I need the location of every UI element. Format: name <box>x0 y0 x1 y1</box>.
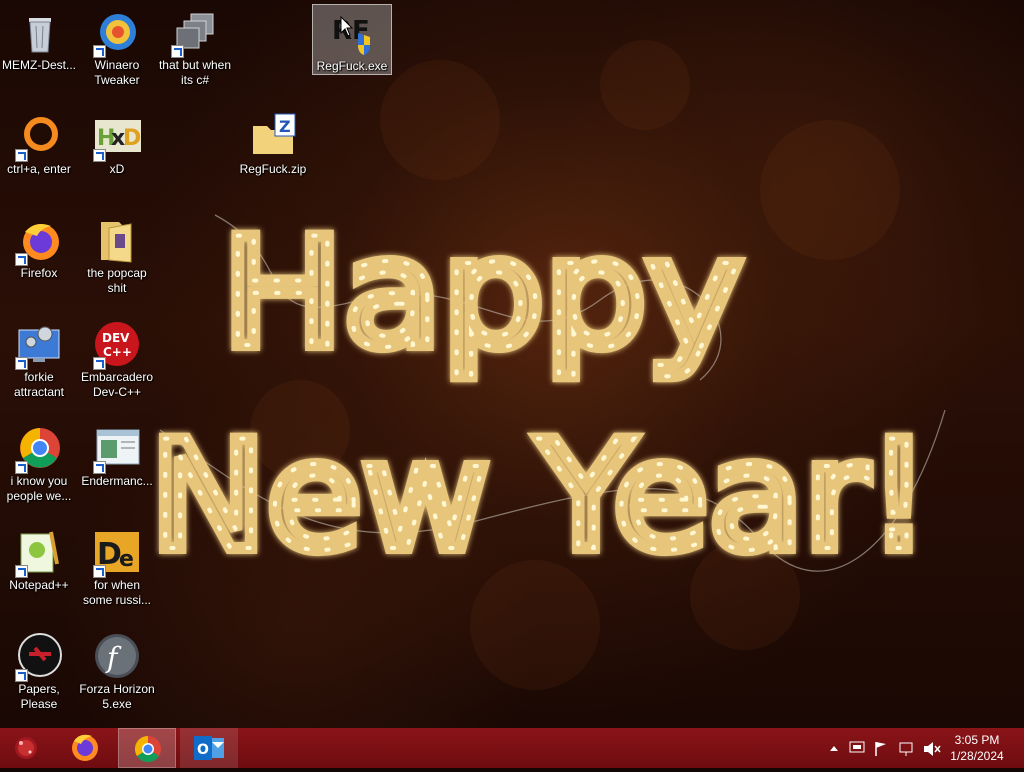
taskbar-clock[interactable]: 3:05 PM 1/28/2024 <box>942 732 1012 764</box>
desktop-icon-regfuck-zip[interactable]: Z RegFuck.zip <box>234 108 312 177</box>
action-center-flag-icon[interactable] <box>875 742 886 756</box>
volume-muted-icon[interactable] <box>924 742 941 756</box>
desktop-icon-the-popcap-shit[interactable]: the popcap shit <box>78 212 156 296</box>
hxd-icon: HxD <box>93 112 141 162</box>
start-button[interactable] <box>0 728 58 768</box>
icon-label: MEMZ-Dest... <box>2 58 76 72</box>
taskbar: O 3:05 PM 1/28/2024 <box>0 728 1024 768</box>
mouse-cursor-icon <box>340 16 354 37</box>
flash-icon: f <box>93 632 141 680</box>
icon-label: RegFuck.zip <box>239 162 307 176</box>
desktop[interactable]: Happy Happy New Year! New Year! MEMZ-Des… <box>0 0 1024 728</box>
svg-text:New Year!: New Year! <box>150 410 930 584</box>
desktop-icon-forkie-attractant[interactable]: forkie attractant <box>0 316 78 400</box>
icon-label: for when some russi... <box>82 578 151 607</box>
icon-label: Embarcadero Dev-C++ <box>80 370 154 399</box>
shortcut-arrow-icon <box>15 253 28 266</box>
svg-text:e: e <box>119 547 134 572</box>
icon-label: that but when its c# <box>158 58 232 87</box>
windows-stack-icon <box>171 8 219 58</box>
desktop-icon-xd[interactable]: HxD xD <box>78 108 156 177</box>
desktop-icon-papers-please[interactable]: Papers, Please <box>0 628 78 712</box>
firefox-icon <box>15 216 63 266</box>
icon-label: Winaero Tweaker <box>94 58 140 87</box>
taskbar-chrome[interactable] <box>118 728 176 768</box>
svg-text:Z: Z <box>279 117 291 136</box>
desktop-icon-firefox[interactable]: Firefox <box>0 212 78 281</box>
desktop-icon-notepadpp[interactable]: Notepad++ <box>0 524 78 593</box>
icon-label: Endermanc... <box>81 474 153 488</box>
desktop-icon-embarcadero-devcpp[interactable]: DEV C++ Embarcadero Dev-C++ <box>78 316 156 400</box>
svg-text:C++: C++ <box>103 345 132 359</box>
settings-monitor-icon <box>15 320 63 370</box>
connection-icon[interactable] <box>899 742 913 756</box>
show-hidden-icons-icon[interactable] <box>830 746 838 751</box>
icon-label: Forza Horizon 5.exe <box>79 682 155 711</box>
shortcut-arrow-icon <box>15 149 28 162</box>
icon-label: Firefox <box>20 266 58 280</box>
firefox-icon <box>72 734 98 761</box>
shortcut-arrow-icon <box>15 461 28 474</box>
window-app-icon <box>93 424 141 474</box>
icon-label: Notepad++ <box>9 578 69 592</box>
zip-folder-icon: Z <box>249 112 297 160</box>
notepadpp-icon <box>15 528 63 578</box>
folder-icon <box>93 216 141 264</box>
chrome-icon <box>134 735 161 763</box>
shortcut-arrow-icon <box>15 565 28 578</box>
icon-label: i know you people we... <box>6 474 72 503</box>
shortcut-arrow-icon <box>171 45 184 58</box>
icon-label: forkie attractant <box>13 370 65 399</box>
shortcut-arrow-icon <box>93 45 106 58</box>
icon-label: xD <box>109 162 125 176</box>
de-icon: De <box>93 528 141 578</box>
winaero-icon <box>93 8 141 58</box>
svg-text:Happy: Happy <box>222 207 742 381</box>
desktop-icon-for-when-some-russi[interactable]: De for when some russi... <box>78 524 156 608</box>
shortcut-arrow-icon <box>93 461 106 474</box>
icon-label: RegFuck.exe <box>316 59 388 73</box>
svg-text:D: D <box>123 126 141 151</box>
system-tray <box>826 728 946 768</box>
desktop-icon-endermanch[interactable]: Endermanc... <box>78 420 156 489</box>
desktop-icon-that-but-when-its-csharp[interactable]: that but when its c# <box>156 4 234 88</box>
shortcut-arrow-icon <box>93 565 106 578</box>
chrome-icon <box>15 424 63 474</box>
clock-date: 1/28/2024 <box>950 749 1004 763</box>
shortcut-arrow-icon <box>93 357 106 370</box>
taskbar-outlook[interactable]: O <box>180 728 238 768</box>
svg-text:O: O <box>197 742 209 758</box>
desktop-icon-forza-horizon-5[interactable]: f Forza Horizon 5.exe <box>78 628 156 712</box>
outlook-icon: O <box>194 736 224 760</box>
shortcut-arrow-icon <box>15 669 28 682</box>
clock-time: 3:05 PM <box>954 733 1000 747</box>
orange-ring-icon <box>15 112 63 162</box>
desktop-icon-memz[interactable]: MEMZ-Dest... <box>0 4 78 73</box>
shortcut-arrow-icon <box>15 357 28 370</box>
start-orb-icon <box>15 737 37 759</box>
icon-label: Papers, Please <box>18 682 60 711</box>
icon-label: the popcap shit <box>87 266 147 295</box>
taskbar-firefox[interactable] <box>56 728 114 768</box>
desktop-icon-ctrl-a-enter[interactable]: ctrl+a, enter <box>0 108 78 177</box>
desktop-icon-winaero-tweaker[interactable]: Winaero Tweaker <box>78 4 156 88</box>
desktop-icon-regfuck-exe[interactable]: RF RegFuck.exe <box>312 4 392 75</box>
shortcut-arrow-icon <box>93 149 106 162</box>
desktop-icon-chrome-i-know-you[interactable]: i know you people we... <box>0 420 78 504</box>
svg-text:DEV: DEV <box>102 331 130 345</box>
icon-label: ctrl+a, enter <box>7 162 71 176</box>
papers-please-icon <box>15 632 63 682</box>
devcpp-icon: DEV C++ <box>93 320 141 370</box>
network-icon[interactable] <box>849 741 865 753</box>
recycle-bin-icon <box>15 8 63 56</box>
